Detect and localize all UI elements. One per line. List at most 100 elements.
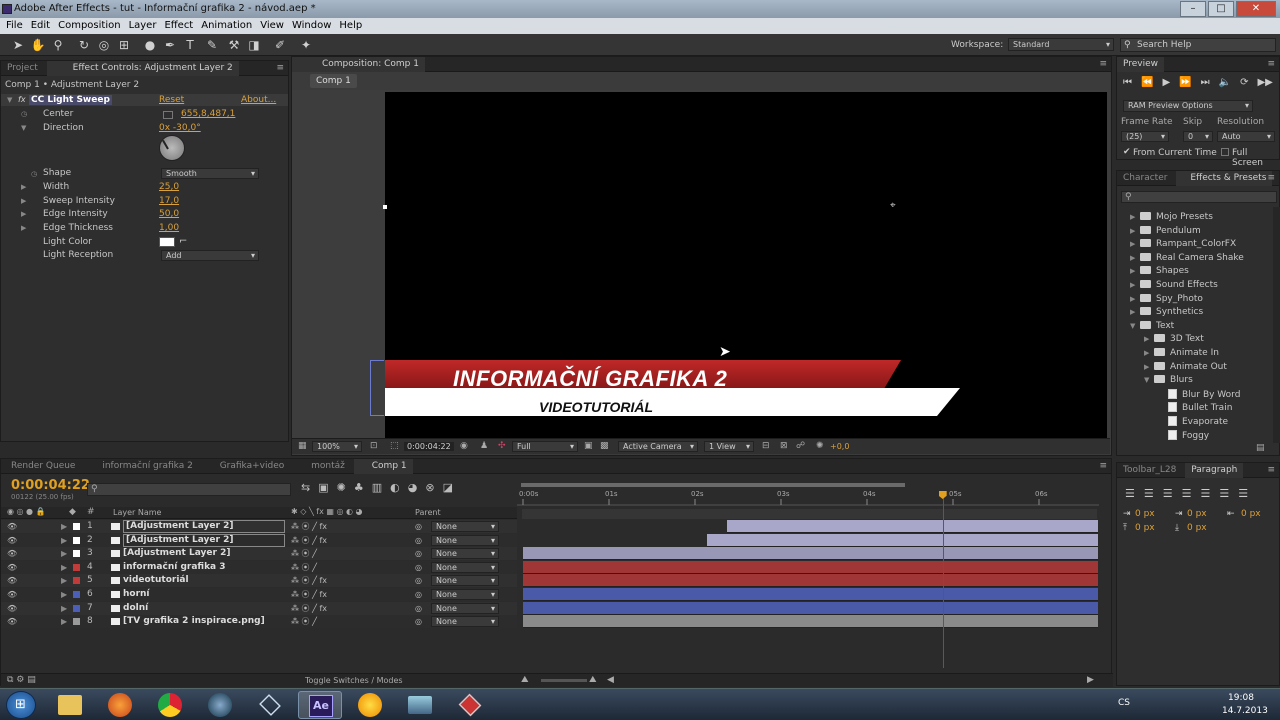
ram-preview-icon[interactable]: ▶▶ <box>1257 77 1272 88</box>
pan-behind-tool-icon[interactable]: ⊞ <box>116 37 132 53</box>
camera-select[interactable]: Active Camera <box>618 441 698 452</box>
item-expand-icon[interactable]: ▶ <box>1130 254 1140 262</box>
roi-icon[interactable]: ▣ <box>584 441 593 451</box>
edge-thickness-value[interactable]: 1,00 <box>159 223 179 233</box>
exposure-reset-icon[interactable]: ✺ <box>816 441 824 451</box>
taskbar-app-8[interactable] <box>398 691 442 719</box>
layer-name[interactable]: horní <box>123 588 150 601</box>
layer-duration-bar[interactable] <box>523 547 1098 561</box>
layer-label-color[interactable] <box>73 577 80 585</box>
align-center-icon[interactable]: ☰ <box>1144 487 1154 500</box>
eye-icon[interactable]: 👁 <box>7 602 17 615</box>
parent-pickwhip-icon[interactable]: ◎ <box>415 574 422 587</box>
tab-composition[interactable]: Composition: Comp 1 <box>292 57 425 72</box>
layer-label-color[interactable] <box>73 591 80 598</box>
layer-duration-bar[interactable] <box>523 601 1098 615</box>
comp-menu-icon[interactable]: ≡ <box>1099 59 1107 69</box>
tab-render-queue[interactable]: Render Queue <box>1 459 81 474</box>
layer-label-color[interactable] <box>73 536 80 544</box>
safe-zones-icon[interactable]: ⊡ <box>370 441 378 451</box>
fx-icon[interactable]: fx <box>18 95 26 104</box>
show-snapshot-icon[interactable]: ♟ <box>480 441 488 451</box>
workspace-select[interactable]: Standard <box>1008 38 1114 51</box>
taskbar-app-9[interactable] <box>448 691 492 719</box>
zoom-select[interactable]: 100% <box>312 441 362 452</box>
layer-switches[interactable]: ⁂ ⦿ ╱ fx <box>291 588 327 601</box>
item-expand-icon[interactable]: ▶ <box>1130 227 1140 235</box>
parent-pickwhip-icon[interactable]: ◎ <box>415 534 422 547</box>
indent-right-value[interactable]: 0 px <box>1241 509 1261 519</box>
flowchart-icon[interactable]: ☍ <box>796 441 805 451</box>
layer-row[interactable]: 👁 ▶ 3 [Adjustment Layer 2] ⁂ ⦿ ╱ ◎ None <box>1 547 517 561</box>
number-column-icon[interactable]: # <box>87 507 95 517</box>
justify-left-icon[interactable]: ☰ <box>1182 487 1192 500</box>
grid-toggle-icon[interactable]: ▦ <box>298 441 307 451</box>
toggle-switches-modes[interactable]: Toggle Switches / Modes <box>305 676 403 685</box>
layer-row[interactable]: 👁 ▶ 4 informační grafika 3 ⁂ ⦿ ╱ ◎ None <box>1 560 517 574</box>
effects-item[interactable]: ▼ Text <box>1130 320 1174 331</box>
layer-row[interactable]: 👁 ▶ 6 horní ⁂ ⦿ ╱ fx ◎ None <box>1 588 517 601</box>
brainstorm-icon[interactable]: ◕ <box>408 481 418 494</box>
parent-select[interactable]: None <box>431 589 499 600</box>
label-column-icon[interactable]: ◆ <box>69 507 76 517</box>
frame-blend-icon[interactable]: ▥ <box>372 481 382 494</box>
hide-shy-icon[interactable]: ♣ <box>354 481 364 494</box>
eye-icon[interactable]: 👁 <box>7 534 17 547</box>
menu-file[interactable]: File <box>4 18 29 34</box>
ellipse-tool-icon[interactable]: ● <box>142 37 158 53</box>
eye-icon[interactable]: 👁 <box>7 574 17 587</box>
effects-item[interactable]: ▶ Animate Out <box>1144 361 1227 372</box>
skip-select[interactable]: 0 <box>1183 131 1213 142</box>
audio-icon[interactable]: 🔈 <box>1219 77 1231 88</box>
menu-view[interactable]: View <box>258 18 290 34</box>
expand-icon[interactable]: ▶ <box>61 561 67 574</box>
layer-name[interactable]: [Adjustment Layer 2] <box>123 520 285 533</box>
snapshot-icon[interactable]: ◉ <box>460 441 468 451</box>
menu-edit[interactable]: Edit <box>29 18 56 34</box>
type-tool-icon[interactable]: T <box>182 37 198 53</box>
layer-label-color[interactable] <box>73 604 80 612</box>
light-center-crosshair-icon[interactable]: ⌖ <box>890 200 896 211</box>
effects-item[interactable]: Evaporate <box>1158 416 1228 427</box>
layer-switches[interactable]: ⁂ ⦿ ╱ fx <box>291 534 327 547</box>
layer-row[interactable]: 👁 ▶ 1 [Adjustment Layer 2] ⁂ ⦿ ╱ fx ◎ None <box>1 520 517 533</box>
effects-scrollbar[interactable] <box>1273 207 1280 443</box>
parent-pickwhip-icon[interactable]: ◎ <box>415 547 422 560</box>
layer-duration-bar[interactable] <box>523 615 1098 629</box>
layer-switches[interactable]: ⁂ ⦿ ╱ fx <box>291 520 327 533</box>
comp-timecode[interactable]: 0:00:04:22 <box>404 442 454 451</box>
edge-thickness-expand-icon[interactable]: ▶ <box>21 224 26 232</box>
av-features-icon[interactable]: ◉ ◎ ● 🔒 <box>7 507 46 516</box>
eraser-tool-icon[interactable]: ◨ <box>246 37 262 53</box>
channel-icon[interactable]: ✣ <box>498 441 506 451</box>
parent-select[interactable]: None <box>431 616 499 628</box>
exposure-value[interactable]: +0,0 <box>830 442 849 451</box>
panel-menu-icon[interactable]: ≡ <box>276 63 284 73</box>
close-button[interactable]: ✕ <box>1236 1 1276 17</box>
item-expand-icon[interactable]: ▶ <box>1130 267 1140 275</box>
tab-toolbar[interactable]: Toolbar_L28 <box>1117 463 1182 478</box>
draft-3d-icon[interactable]: ✺ <box>337 481 346 494</box>
expand-icon[interactable]: ▶ <box>61 534 67 547</box>
comp-canvas[interactable]: ⌖ INFORMAČNÍ GRAFIKA 2 VIDEOTUTORIÁL ➤ <box>383 92 1107 438</box>
item-expand-icon[interactable]: ▶ <box>1144 335 1154 343</box>
effects-item[interactable]: ▶ Rampant_ColorFX <box>1130 239 1236 249</box>
effects-item[interactable]: Bullet Train <box>1158 402 1232 413</box>
width-value[interactable]: 25,0 <box>159 182 179 192</box>
clock-time[interactable]: 19:08 <box>1228 693 1254 703</box>
full-screen-checkbox[interactable] <box>1221 148 1229 156</box>
parent-pickwhip-icon[interactable]: ◎ <box>415 588 422 601</box>
space-after-value[interactable]: 0 px <box>1187 523 1207 533</box>
layer-label-color[interactable] <box>73 563 80 571</box>
taskbar-app-7[interactable] <box>348 691 392 719</box>
parent-select[interactable]: None <box>431 575 499 587</box>
item-expand-icon[interactable]: ▶ <box>1130 308 1140 316</box>
scroll-left-icon[interactable]: ◀ <box>607 675 614 685</box>
puppet-tool-icon[interactable]: ✦ <box>298 37 314 53</box>
direction-value[interactable]: 0x -30,0° <box>159 123 201 133</box>
effects-item[interactable]: ▶ 3D Text <box>1144 334 1204 344</box>
preview-menu-icon[interactable]: ≡ <box>1267 59 1275 69</box>
taskbar-app-4[interactable] <box>198 691 242 719</box>
layer-label-color[interactable] <box>73 550 80 558</box>
resolution-select[interactable]: Full <box>512 441 578 452</box>
